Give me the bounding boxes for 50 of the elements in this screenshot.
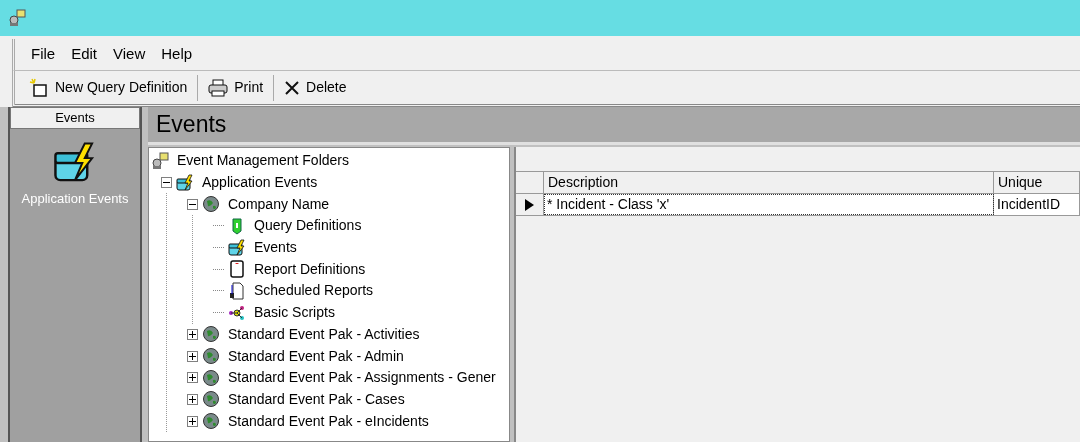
tree-item[interactable]: Basic Scripts: [254, 302, 335, 324]
tree-item[interactable]: Events: [254, 237, 297, 259]
tree-item[interactable]: Report Definitions: [254, 258, 366, 280]
current-row-icon: [525, 198, 534, 211]
menu-item[interactable]: File: [29, 43, 58, 66]
panel-header: Events: [148, 107, 1080, 145]
computer-network-icon: [151, 151, 169, 170]
lightning-box-icon: [176, 173, 194, 192]
globe-icon: [202, 390, 220, 409]
toolbar-button[interactable]: Delete: [280, 73, 351, 102]
expand-toggle[interactable]: [187, 415, 198, 427]
column-header[interactable]: Description: [544, 172, 994, 193]
report-icon: [228, 260, 246, 279]
globe-icon: [202, 347, 220, 366]
printer-icon: [208, 78, 229, 97]
collapse-toggle[interactable]: [161, 177, 172, 189]
expand-toggle[interactable]: [187, 372, 198, 384]
toolbar-button[interactable]: Print: [204, 73, 268, 102]
tree-item[interactable]: Event Management Folders: [177, 150, 349, 172]
tree-item[interactable]: Company Name: [228, 193, 330, 215]
globe-icon: [202, 368, 220, 387]
expand-toggle[interactable]: [187, 393, 198, 405]
toolbar-button[interactable]: New Query Definition: [25, 73, 192, 102]
tree-item[interactable]: Scheduled Reports: [254, 280, 374, 302]
table-cell: * Incident - Class 'x': [544, 194, 994, 215]
globe-icon: [202, 412, 220, 431]
tree-item[interactable]: Standard Event Pak - Cases: [228, 388, 405, 410]
lightning-box-icon: [228, 238, 246, 257]
expand-toggle[interactable]: [187, 350, 198, 362]
table-cell: IncidentID: [994, 194, 1080, 215]
sidebar-header[interactable]: Events: [10, 107, 140, 129]
document-icon: [228, 281, 246, 300]
new-folder-icon: [29, 77, 49, 98]
globe-icon: [202, 325, 220, 344]
scripts-icon: [228, 303, 246, 322]
tree-item[interactable]: Standard Event Pak - Assignments - Gener: [228, 367, 496, 389]
tree-item[interactable]: Application Events: [202, 172, 318, 194]
globe-icon: [202, 195, 220, 214]
menu-item[interactable]: Edit: [69, 43, 100, 66]
tree-item[interactable]: Standard Event Pak - Admin: [228, 345, 404, 367]
expand-toggle[interactable]: [187, 328, 198, 340]
delete-x-icon: [284, 79, 301, 96]
tree-item[interactable]: Query Definitions: [254, 215, 362, 237]
computer-network-icon: [8, 9, 26, 27]
column-header[interactable]: Unique: [994, 172, 1080, 193]
collapse-toggle[interactable]: [187, 198, 198, 210]
menu-item[interactable]: View: [111, 43, 148, 66]
tree-item[interactable]: Standard Event Pak - eIncidents: [228, 410, 429, 432]
menu-item[interactable]: Help: [159, 43, 195, 66]
tree-item[interactable]: Standard Event Pak - Activities: [228, 323, 420, 345]
